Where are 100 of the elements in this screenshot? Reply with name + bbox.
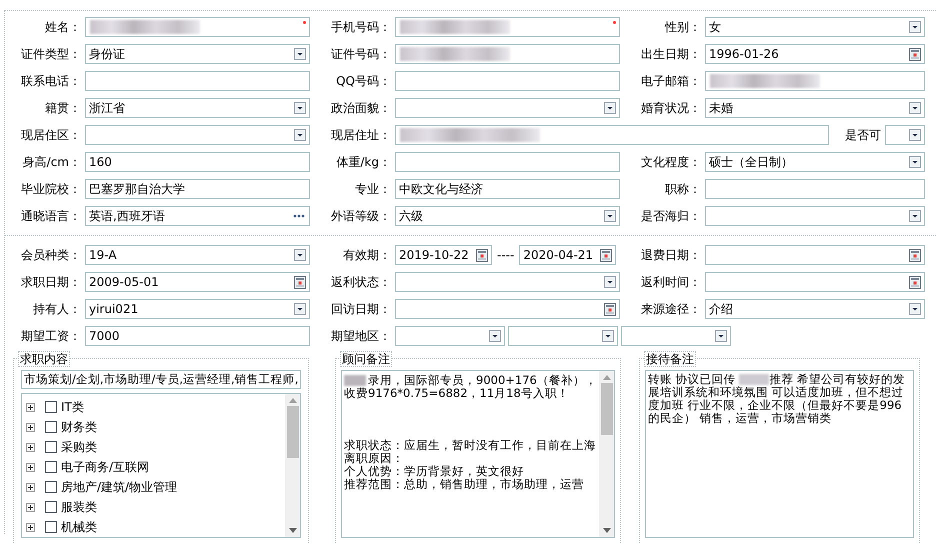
select-field[interactable] — [395, 98, 620, 118]
tree-item[interactable]: 房地产/建筑/物业管理 — [61, 478, 178, 496]
scroll-thumb[interactable] — [600, 383, 612, 435]
checkbox[interactable] — [45, 481, 57, 493]
text-field[interactable] — [85, 71, 310, 91]
field-label: 有效期： — [342, 247, 392, 264]
tree-item[interactable]: 采购类 — [61, 438, 97, 456]
notes-textarea[interactable]: 录用，国际部专员，9000+176（餐补），收费9176*0.75=6882，11月18号入职！ 求职状态：应届生，暂时没有工作，目前在上海 离职原因： 个人优势：学历背景好，英文很好 推荐范围：总助，销售助理，市场助理，运营 — [341, 370, 615, 538]
select-field[interactable]: 19-A — [85, 245, 310, 265]
expand-icon[interactable] — [26, 402, 35, 412]
field-label: 是否可 — [844, 127, 882, 144]
tree-item[interactable]: 电子商务/互联网 — [61, 458, 150, 476]
date-field[interactable]: 1996-01-26 — [705, 44, 925, 64]
select-field[interactable]: yirui021 — [85, 299, 310, 319]
text-field[interactable]: 7000 — [85, 326, 310, 346]
field-label: 毕业院校： — [20, 181, 82, 198]
tree-item[interactable]: 服装类 — [61, 498, 97, 516]
scroll-down-arrow-icon[interactable] — [602, 528, 610, 533]
field-label: 外语等级： — [330, 208, 392, 225]
select-field[interactable] — [395, 272, 620, 292]
date-field[interactable]: 2020-04-21 — [519, 245, 616, 265]
text-field[interactable] — [395, 152, 620, 172]
select-field[interactable] — [885, 125, 925, 145]
field-label: 通晓语言： — [20, 208, 82, 225]
checkbox[interactable] — [45, 401, 57, 413]
date-field[interactable] — [705, 272, 925, 292]
field-label: 体重/kg： — [335, 154, 392, 171]
date-field[interactable] — [395, 299, 620, 319]
date-field[interactable] — [705, 245, 925, 265]
field-label: 期望地区： — [330, 328, 392, 345]
notes-textarea[interactable]: 转账 协议已回传 推荐 希望公司有较好的发展培训系统和环境氛围 可以适度加班，但不想过度加班 行业不限，企业不限（但最好不要是996的民企） 销售，运营，市场营销类 — [645, 370, 914, 538]
field-label: 职称： — [664, 181, 702, 198]
field-label: 求职日期： — [20, 274, 82, 291]
text-field[interactable] — [705, 71, 925, 91]
field-label: 证件类型： — [20, 46, 82, 63]
calendar-icon[interactable] — [909, 276, 921, 288]
select-field[interactable]: 浙江省 — [85, 98, 310, 118]
field-label: 政治面貌： — [330, 100, 392, 117]
expand-icon[interactable] — [26, 462, 35, 472]
text-field[interactable] — [395, 17, 620, 37]
select-field[interactable]: 六级 — [395, 206, 620, 226]
notes-text: 离职原因： — [344, 452, 404, 465]
checkbox[interactable] — [45, 441, 57, 453]
expand-icon[interactable] — [26, 502, 35, 512]
field-label: 联系电话： — [20, 73, 82, 90]
field-value: 介绍 — [709, 301, 733, 318]
field-label: 专业： — [354, 181, 392, 198]
field-label: 来源途径： — [640, 301, 702, 318]
select-field[interactable] — [705, 206, 925, 226]
expand-icon[interactable] — [26, 482, 35, 492]
expand-icon[interactable] — [26, 522, 35, 532]
field-label: 籍贯： — [44, 100, 82, 117]
field-label: 返利状态： — [330, 274, 392, 291]
text-field[interactable] — [85, 17, 310, 37]
date-field[interactable]: 2019-10-22 — [395, 245, 492, 265]
scrollbar[interactable] — [285, 394, 300, 537]
select-field[interactable] — [621, 326, 731, 346]
checkbox[interactable] — [45, 501, 57, 513]
notes-text: 个人优势：学历背景好，英文很好 — [344, 465, 524, 478]
select-field[interactable] — [508, 326, 618, 346]
date-field[interactable]: 2009-05-01 — [85, 272, 310, 292]
scroll-thumb[interactable] — [286, 406, 298, 458]
picker-field[interactable]: 英语,西班牙语 — [85, 206, 310, 226]
text-field[interactable] — [705, 179, 925, 199]
expand-icon[interactable] — [26, 442, 35, 452]
job-summary-field[interactable]: 市场策划/企划,市场助理/专员,运营经理,销售工程师, — [21, 370, 301, 389]
text-field[interactable]: 中欧文化与经济 — [395, 179, 620, 199]
text-field[interactable] — [395, 71, 620, 91]
field-label: 返利时间： — [640, 274, 702, 291]
select-field[interactable]: 女 — [705, 17, 925, 37]
select-field[interactable] — [395, 326, 505, 346]
select-field[interactable] — [85, 125, 310, 145]
calendar-icon[interactable] — [600, 248, 612, 262]
field-label: 证件号码： — [330, 46, 392, 63]
ellipsis-icon[interactable] — [293, 214, 305, 218]
select-field[interactable]: 硕士（全日制） — [705, 152, 925, 172]
calendar-icon[interactable] — [476, 248, 488, 262]
panel-title: 求职内容 — [18, 351, 70, 367]
field-value: 浙江省 — [89, 100, 125, 117]
text-field[interactable]: 巴塞罗那自治大学 — [85, 179, 310, 199]
calendar-icon[interactable] — [909, 48, 921, 60]
expand-icon[interactable] — [26, 422, 35, 432]
tree-item[interactable]: 财务类 — [61, 418, 97, 436]
text-field[interactable] — [395, 125, 829, 145]
text-field[interactable]: 160 — [85, 152, 310, 172]
field-label: 出生日期： — [640, 46, 702, 63]
select-field[interactable]: 身份证 — [85, 44, 310, 64]
calendar-icon[interactable] — [604, 302, 616, 316]
calendar-icon[interactable] — [294, 276, 306, 288]
select-field[interactable]: 未婚 — [705, 98, 925, 118]
select-field[interactable]: 介绍 — [705, 299, 925, 319]
tree-item[interactable]: 机械类 — [61, 518, 97, 536]
checkbox[interactable] — [45, 521, 57, 533]
scrollbar[interactable] — [599, 371, 614, 537]
tree-item[interactable]: IT类 — [61, 398, 84, 416]
calendar-icon[interactable] — [909, 248, 921, 262]
checkbox[interactable] — [45, 421, 57, 433]
checkbox[interactable] — [45, 461, 57, 473]
text-field[interactable] — [395, 44, 620, 64]
scroll-down-arrow-icon[interactable] — [288, 528, 296, 533]
